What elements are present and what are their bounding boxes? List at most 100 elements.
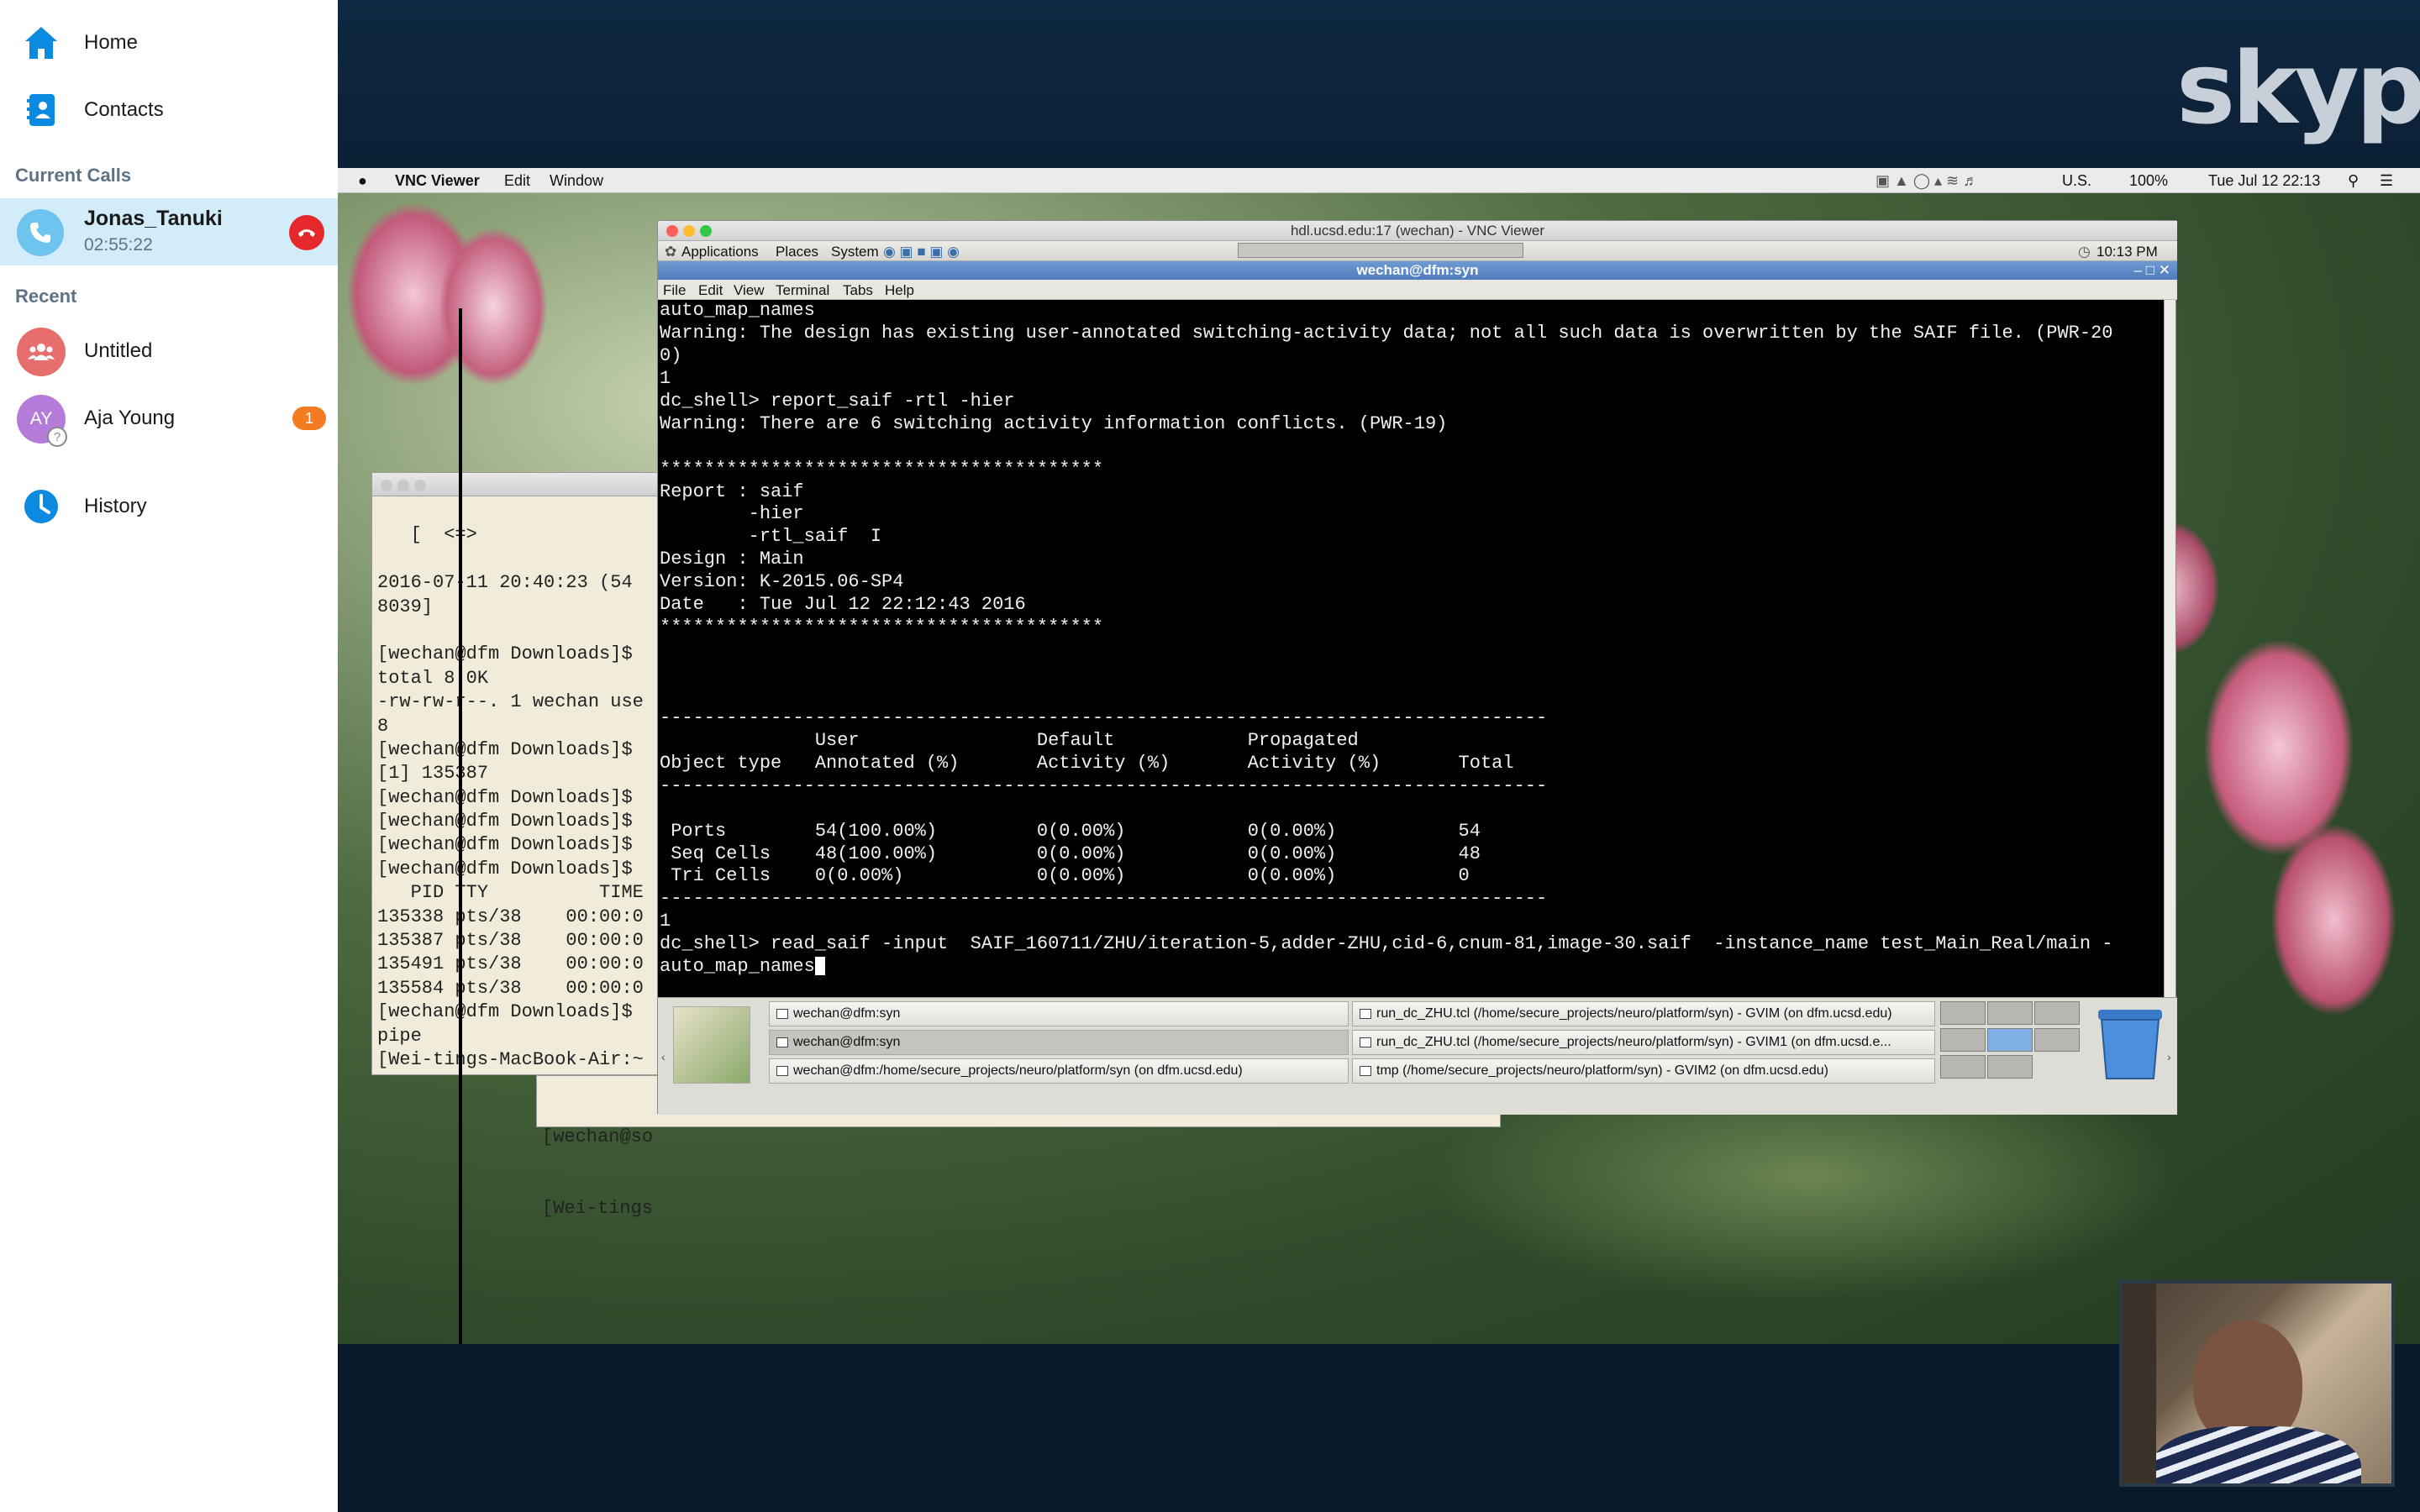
zoom-button[interactable] <box>700 225 712 237</box>
terminal-line: -rtl_saif I <box>660 526 882 548</box>
term-menu-file[interactable]: File <box>663 282 686 299</box>
recent-item-name: Untitled <box>84 339 153 362</box>
close-button[interactable] <box>666 225 678 237</box>
term-menu-help[interactable]: Help <box>885 282 914 299</box>
terminal-line: auto_map_names <box>660 300 815 321</box>
terminal-line: Object type Annotated (%) Activity (%) A… <box>660 752 1514 774</box>
show-desktop-icon[interactable] <box>673 1006 750 1084</box>
terminal-line: Warning: There are 6 switching activity … <box>660 412 1448 434</box>
term-menu-terminal[interactable]: Terminal <box>776 282 829 299</box>
terminal-line: Warning: The design has existing user-an… <box>660 322 2113 344</box>
taskbar-right-arrow-icon[interactable]: › <box>2167 1006 2171 1107</box>
close-button[interactable] <box>381 480 392 491</box>
minimize-button[interactable] <box>397 480 409 491</box>
menubar-clock[interactable]: Tue Jul 12 22:13 <box>2208 172 2320 190</box>
taskbar-item[interactable]: wechan@dfm:syn <box>769 1001 1349 1026</box>
recent-item-untitled[interactable]: Untitled <box>0 318 338 385</box>
terminal-line: 1 <box>660 911 671 932</box>
terminal-scrollbar[interactable] <box>2164 300 2175 997</box>
recent-item-aja-young[interactable]: AY ? Aja Young 1 <box>0 385 338 452</box>
workspace-7[interactable] <box>1940 1055 1986 1079</box>
group-icon <box>17 328 66 376</box>
self-view-video[interactable] <box>2119 1280 2395 1487</box>
gvim-icon <box>1360 1009 1371 1019</box>
menu-edit[interactable]: Edit <box>504 172 530 190</box>
workspace-3[interactable] <box>2034 1001 2080 1025</box>
term-menu-edit[interactable]: Edit <box>698 282 723 299</box>
gnome-foot-icon: ✿ <box>665 244 677 260</box>
taskbar-item[interactable]: run_dc_ZHU.tcl (/home/secure_projects/ne… <box>1352 1001 1935 1026</box>
term-menu-view[interactable]: View <box>734 282 765 299</box>
presence-unknown-icon: ? <box>47 427 67 447</box>
terminal-line: [wechan@so <box>542 1126 654 1147</box>
workspace-strip[interactable] <box>1238 243 1523 262</box>
terminal-window-titlebar: wechan@dfm:syn – □ ✕ <box>658 261 2177 280</box>
divider-line <box>459 308 462 1344</box>
terminal-line: Design : Main <box>660 549 804 570</box>
term-menu-tabs[interactable]: Tabs <box>843 282 873 299</box>
terminal-line: -hier <box>660 503 804 525</box>
taskbar-item-label: run_dc_ZHU.tcl (/home/secure_projects/ne… <box>1376 1006 1892 1021</box>
minimize-button[interactable] <box>683 225 695 237</box>
panel-clock[interactable]: 10:13 PM <box>2096 244 2158 260</box>
logo-text: skype <box>2176 30 2420 146</box>
trash-icon[interactable] <box>2095 1006 2165 1082</box>
notification-center-icon[interactable]: ☰ <box>2380 172 2393 190</box>
hang-up-button[interactable] <box>289 215 324 250</box>
terminal-line: dc_shell> report_saif -rtl -hier <box>660 390 1015 412</box>
taskbar-item[interactable]: run_dc_ZHU.tcl (/home/secure_projects/ne… <box>1352 1030 1935 1055</box>
menu-window[interactable]: Window <box>550 172 603 190</box>
recent-heading: Recent <box>15 286 77 307</box>
menu-applications[interactable]: Applications <box>681 244 759 260</box>
taskbar-item-active[interactable]: wechan@dfm:syn <box>769 1030 1349 1055</box>
hang-up-icon <box>298 229 315 237</box>
workspace-8[interactable] <box>1987 1055 2033 1079</box>
taskbar-item-label: wechan@dfm:syn <box>793 1006 901 1021</box>
call-stage: skypeTM ● VNC Viewer Edit Window ▣ ▲ ◯ ▴… <box>338 0 2420 1512</box>
status-icons: ▣ ▲ ◯ ▴ ≋ ♬ <box>1876 172 1979 189</box>
gnome-taskbar: ‹ wechan@dfm:syn run_dc_ZHU.tcl (/home/s… <box>658 997 2177 1115</box>
nav-home[interactable]: Home <box>0 10 338 76</box>
workspace-4[interactable] <box>1940 1028 1986 1052</box>
terminal-prompt-line[interactable]: auto_map_names <box>660 956 2164 979</box>
workspace-6[interactable] <box>2034 1028 2080 1052</box>
vnc-viewer-window[interactable]: hdl.ucsd.edu:17 (wechan) - VNC Viewer ✿ … <box>657 220 2177 1115</box>
home-icon <box>22 24 60 62</box>
terminal-icon <box>776 1066 788 1076</box>
menu-places[interactable]: Places <box>776 244 818 260</box>
terminal-line: **************************************** <box>660 458 1104 480</box>
gvim-icon <box>1360 1037 1371 1047</box>
workspace-5-active[interactable] <box>1987 1028 2033 1052</box>
terminal-line: ----------------------------------------… <box>660 706 1548 728</box>
person-shirt <box>2151 1426 2361 1483</box>
history-icon <box>22 487 60 526</box>
terminal-line: Version: K-2015.06-SP4 <box>660 571 904 593</box>
terminal-line: Report : saif <box>660 480 804 502</box>
zoom-button[interactable] <box>414 480 426 491</box>
terminal-window-title: wechan@dfm:syn <box>1356 262 1479 278</box>
workspace-2[interactable] <box>1987 1001 2033 1025</box>
menu-app-name[interactable]: VNC Viewer <box>395 172 480 190</box>
taskbar-item-label: tmp (/home/secure_projects/neuro/platfor… <box>1376 1063 1828 1078</box>
taskbar-left-arrow-icon[interactable]: ‹ <box>661 1006 668 1107</box>
apple-icon[interactable]: ● <box>358 172 367 190</box>
nav-contacts[interactable]: Contacts <box>0 77 338 143</box>
window-controls[interactable]: – □ ✕ <box>2134 261 2170 280</box>
locale[interactable]: U.S. <box>2062 172 2091 190</box>
terminal-output[interactable]: auto_map_names Warning: The design has ex… <box>658 300 2164 997</box>
terminal-line: ----------------------------------------… <box>660 774 1548 796</box>
spotlight-icon[interactable]: ⚲ <box>2348 172 2359 190</box>
taskbar-item[interactable]: tmp (/home/secure_projects/neuro/platfor… <box>1352 1058 1935 1084</box>
terminal-line: **************************************** <box>660 617 1104 638</box>
workspace-1[interactable] <box>1940 1001 1986 1025</box>
menu-system[interactable]: System <box>831 244 879 260</box>
clock-icon: ◷ <box>2078 244 2091 260</box>
avatar-initials: AY <box>29 409 53 428</box>
terminal-line: Seq Cells 48(100.00%) 0(0.00%) 0(0.00%) … <box>660 843 1481 864</box>
launcher-icons[interactable]: ◉ ▣ ■ ▣ ◉ <box>883 244 960 260</box>
taskbar-item[interactable]: wechan@dfm:/home/secure_projects/neuro/p… <box>769 1058 1349 1084</box>
nav-history[interactable]: History <box>0 474 338 539</box>
current-call-item[interactable]: Jonas_Tanuki 02:55:22 <box>0 198 338 265</box>
